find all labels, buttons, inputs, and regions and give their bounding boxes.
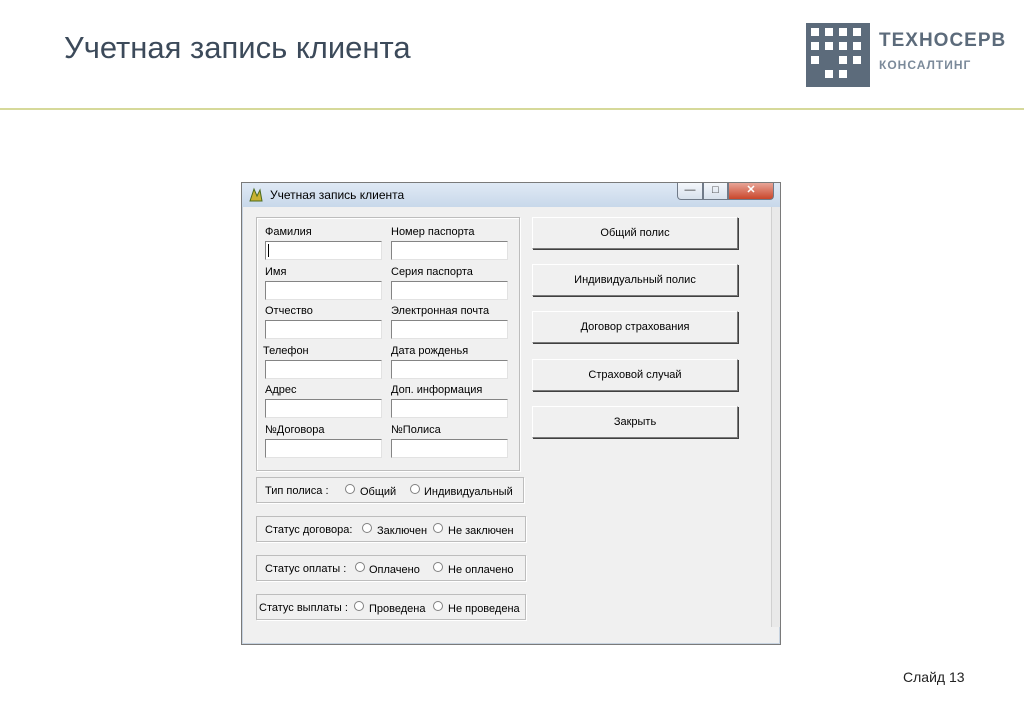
payment-status-group: Статус оплаты : Оплачено Не оплачено bbox=[256, 555, 526, 581]
client-fields-group: Фамилия Номер паспорта Имя Серия паспорт… bbox=[256, 217, 520, 471]
general-policy-button[interactable]: Общий полис bbox=[532, 217, 738, 249]
payout-status-group: Статус выплаты : Проведена Не проведена bbox=[256, 594, 526, 620]
policy-type-individual-radio[interactable] bbox=[410, 484, 420, 494]
policy-type-label: Тип полиса : bbox=[265, 485, 329, 497]
contract-number-input[interactable] bbox=[265, 439, 382, 458]
passport-number-label: Номер паспорта bbox=[391, 226, 475, 238]
payment-status-unpaid-radio[interactable] bbox=[433, 562, 443, 572]
policy-type-group: Тип полиса : Общий Индивидуальный bbox=[256, 477, 524, 503]
surname-label: Фамилия bbox=[265, 226, 312, 238]
contract-status-not-concluded-label[interactable]: Не заключен bbox=[448, 525, 514, 537]
passport-number-input[interactable] bbox=[391, 241, 508, 260]
payout-status-not-done-label[interactable]: Не проведена bbox=[448, 603, 520, 615]
policy-type-general-label[interactable]: Общий bbox=[360, 486, 396, 498]
email-label: Электронная почта bbox=[391, 305, 490, 317]
company-logo: ТЕХНОСЕРВ КОНСАЛТИНГ bbox=[806, 23, 1005, 87]
payment-status-paid-label[interactable]: Оплачено bbox=[369, 564, 420, 576]
logo-name: ТЕХНОСЕРВ bbox=[879, 30, 1007, 51]
payout-status-done-label[interactable]: Проведена bbox=[369, 603, 425, 615]
policy-number-label: №Полиса bbox=[391, 424, 441, 436]
contract-status-label: Статус договора: bbox=[265, 524, 353, 536]
patronymic-input[interactable] bbox=[265, 320, 382, 339]
slide-title: Учетная запись клиента bbox=[64, 30, 411, 65]
logo-subtitle: КОНСАЛТИНГ bbox=[879, 58, 972, 72]
window-right-edge bbox=[771, 207, 780, 627]
surname-input[interactable] bbox=[265, 241, 382, 260]
insured-event-button[interactable]: Страховой случай bbox=[532, 359, 738, 391]
phone-label: Телефон bbox=[263, 345, 309, 357]
contract-status-not-concluded-radio[interactable] bbox=[433, 523, 443, 533]
window-title: Учетная запись клиента bbox=[270, 188, 405, 202]
payout-status-label: Статус выплаты : bbox=[259, 602, 348, 614]
address-label: Адрес bbox=[265, 384, 297, 396]
client-account-window: Учетная запись клиента — □ ✕ Фамилия Ном… bbox=[241, 182, 781, 645]
passport-series-input[interactable] bbox=[391, 281, 508, 300]
birth-date-input[interactable] bbox=[391, 360, 508, 379]
name-label: Имя bbox=[265, 266, 287, 278]
slide-number: Слайд 13 bbox=[903, 669, 965, 685]
passport-series-label: Серия паспорта bbox=[391, 266, 473, 278]
extra-info-label: Доп. информация bbox=[391, 384, 483, 396]
payout-status-not-done-radio[interactable] bbox=[433, 601, 443, 611]
policy-type-general-radio[interactable] bbox=[345, 484, 355, 494]
app-icon bbox=[249, 187, 263, 202]
contract-number-label: №Договора bbox=[265, 424, 325, 436]
header-divider bbox=[0, 108, 1024, 110]
payment-status-paid-radio[interactable] bbox=[355, 562, 365, 572]
policy-type-individual-label[interactable]: Индивидуальный bbox=[424, 486, 513, 498]
payment-status-label: Статус оплаты : bbox=[265, 563, 347, 575]
name-input[interactable] bbox=[265, 281, 382, 300]
logo-grid-icon bbox=[806, 23, 870, 87]
birth-date-label: Дата рожденья bbox=[391, 345, 469, 357]
individual-policy-button[interactable]: Индивидуальный полис bbox=[532, 264, 738, 296]
patronymic-label: Отчество bbox=[265, 305, 313, 317]
contract-status-concluded-label[interactable]: Заключен bbox=[377, 525, 427, 537]
window-titlebar[interactable]: Учетная запись клиента — □ ✕ bbox=[242, 183, 780, 207]
email-input[interactable] bbox=[391, 320, 508, 339]
contract-status-concluded-radio[interactable] bbox=[362, 523, 372, 533]
extra-info-input[interactable] bbox=[391, 399, 508, 418]
contract-status-group: Статус договора: Заключен Не заключен bbox=[256, 516, 526, 542]
phone-input[interactable] bbox=[265, 360, 382, 379]
payout-status-done-radio[interactable] bbox=[354, 601, 364, 611]
minimize-button[interactable]: — bbox=[677, 183, 703, 200]
policy-number-input[interactable] bbox=[391, 439, 508, 458]
payment-status-unpaid-label[interactable]: Не оплачено bbox=[448, 564, 514, 576]
maximize-button[interactable]: □ bbox=[703, 183, 728, 200]
close-window-button[interactable]: ✕ bbox=[728, 183, 774, 200]
close-button[interactable]: Закрыть bbox=[532, 406, 738, 438]
insurance-contract-button[interactable]: Договор страхования bbox=[532, 311, 738, 343]
address-input[interactable] bbox=[265, 399, 382, 418]
